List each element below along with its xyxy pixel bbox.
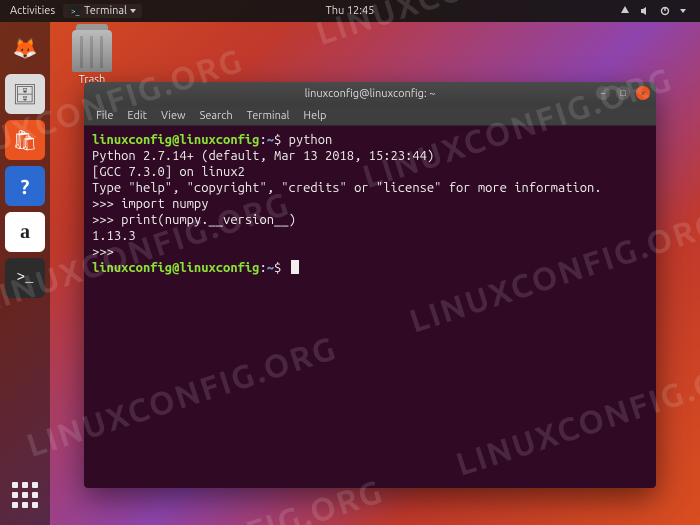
top-bar: Activities >_ Terminal Thu 12:45 [0,0,700,22]
prompt-path: ~ [267,261,274,275]
terminal-input: import numpy [121,197,208,211]
menu-file[interactable]: File [90,108,119,124]
dock-item-software[interactable]: 🛍 [5,120,45,160]
prompt-path: ~ [267,133,274,147]
help-icon: ? [21,175,30,198]
terminal-window: linuxconfig@linuxconfig: ~ – □ × File Ed… [84,82,656,488]
terminal-input: print(numpy.__version__) [121,213,296,227]
prompt-user: linuxconfig@linuxconfig [92,261,259,275]
dock-item-files[interactable]: 🗄 [5,74,45,114]
window-title: linuxconfig@linuxconfig: ~ [305,88,436,100]
terminal-output: 1.13.3 [92,229,136,243]
prompt-user: linuxconfig@linuxconfig [92,133,259,147]
system-status-area[interactable] [620,6,700,16]
menu-edit[interactable]: Edit [121,108,153,124]
window-titlebar[interactable]: linuxconfig@linuxconfig: ~ – □ × [84,82,656,106]
menu-search[interactable]: Search [194,108,239,124]
terminal-output: >>> [92,197,121,211]
firefox-icon: 🦊 [13,36,38,60]
terminal-cmd: python [289,133,333,147]
minimize-icon: – [601,88,605,98]
dock-item-firefox[interactable]: 🦊 [5,28,45,68]
window-minimize-button[interactable]: – [596,86,610,100]
show-applications-button[interactable] [5,475,45,515]
network-icon [620,6,630,16]
dock-item-terminal[interactable]: >_ [5,258,45,298]
app-menu-label: Terminal [84,5,127,17]
terminal-output: >>> [92,245,114,259]
chevron-down-icon [130,9,136,13]
menu-view[interactable]: View [155,108,192,124]
maximize-icon: □ [620,88,625,98]
terminal-output: >>> [92,213,121,227]
app-menu[interactable]: >_ Terminal [63,4,142,18]
activities-button[interactable]: Activities [10,5,55,17]
dock: 🦊 🗄 🛍 ? a >_ [0,22,50,525]
terminal-icon: >_ [69,5,81,17]
files-icon: 🗄 [12,82,37,106]
amazon-icon: a [20,221,30,244]
dock-item-help[interactable]: ? [5,166,45,206]
power-icon [660,6,670,16]
terminal-icon: >_ [17,270,34,286]
terminal-output: [GCC 7.3.0] on linux2 [92,165,245,179]
volume-icon [640,6,650,16]
terminal-output: Type "help", "copyright", "credits" or "… [92,181,602,195]
menu-help[interactable]: Help [297,108,332,124]
window-menubar: File Edit View Search Terminal Help [84,106,656,126]
desktop-icon-trash[interactable]: Trash [62,30,122,86]
window-maximize-button[interactable]: □ [616,86,630,100]
window-close-button[interactable]: × [636,86,650,100]
terminal-body[interactable]: linuxconfig@linuxconfig:~$ python Python… [84,126,656,488]
menu-terminal[interactable]: Terminal [241,108,296,124]
chevron-down-icon [680,9,686,13]
cursor [291,260,299,274]
svg-text:>_: >_ [71,7,80,16]
close-icon: × [640,88,645,98]
software-icon: 🛍 [12,128,37,152]
terminal-output: Python 2.7.14+ (default, Mar 13 2018, 15… [92,149,434,163]
trash-icon [72,30,112,72]
clock[interactable]: Thu 12:45 [326,5,375,17]
dock-item-amazon[interactable]: a [5,212,45,252]
